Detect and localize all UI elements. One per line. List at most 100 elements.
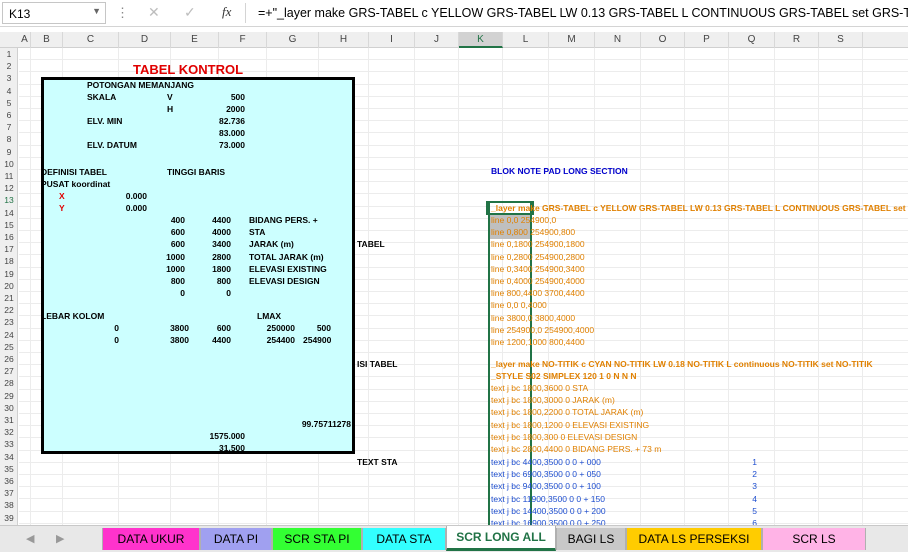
column-header-j[interactable]: J: [415, 32, 459, 48]
cancel-icon[interactable]: ✕: [148, 4, 160, 21]
row-header-8[interactable]: 8: [0, 133, 17, 145]
name-box[interactable]: K13 ▼: [2, 2, 106, 24]
row-header-23[interactable]: 23: [0, 316, 17, 328]
row-header-21[interactable]: 21: [0, 292, 17, 304]
row-header-27[interactable]: 27: [0, 365, 17, 377]
cell-lmax: LMAX: [257, 311, 282, 321]
row-header-10[interactable]: 10: [0, 158, 17, 170]
row-header-29[interactable]: 29: [0, 390, 17, 402]
column-header-o[interactable]: O: [641, 32, 685, 48]
note-line: line 0,1800 254900,1800: [491, 239, 585, 250]
column-header-h[interactable]: H: [319, 32, 369, 48]
row-header-31[interactable]: 31: [0, 414, 17, 426]
column-header-i[interactable]: I: [369, 32, 415, 48]
table-cell-d: 600: [170, 239, 185, 250]
sheet-tab-data-sta[interactable]: DATA STA: [362, 528, 446, 550]
row-header-6[interactable]: 6: [0, 109, 17, 121]
cell-p-number: 6: [752, 518, 757, 525]
row-header-1[interactable]: 1: [0, 48, 17, 60]
row-header-17[interactable]: 17: [0, 243, 17, 255]
worksheet-grid[interactable]: TABEL KONTROL POTONGAN MEMANJANG SKALA V…: [19, 48, 908, 525]
row-header-39[interactable]: 39: [0, 512, 17, 524]
row-header-28[interactable]: 28: [0, 377, 17, 389]
divider: [245, 3, 246, 23]
row-header-11[interactable]: 11: [0, 170, 17, 182]
row-header-2[interactable]: 2: [0, 60, 17, 72]
row-header-33[interactable]: 33: [0, 438, 17, 450]
column-header-d[interactable]: D: [119, 32, 171, 48]
chevron-down-icon[interactable]: ▼: [92, 6, 101, 16]
row-header-14[interactable]: 14: [0, 207, 17, 219]
cell-r23-3: 250000: [266, 323, 295, 333]
row-header-36[interactable]: 36: [0, 475, 17, 487]
column-header-s[interactable]: S: [819, 32, 863, 48]
row-header-26[interactable]: 26: [0, 353, 17, 365]
tab-prev-icon[interactable]: ◀: [26, 532, 34, 545]
row-header-32[interactable]: 32: [0, 426, 17, 438]
cell-r23-2: 600: [216, 323, 231, 333]
row-header-4[interactable]: 4: [0, 85, 17, 97]
row-header-34[interactable]: 34: [0, 451, 17, 463]
sheet-tab-scr-ls-perseksi[interactable]: SCR LS PERSEKSI: [762, 528, 866, 550]
column-headers: ABCDEFGHIJKLMNOPQRS: [0, 32, 908, 48]
row-header-16[interactable]: 16: [0, 231, 17, 243]
row-header-38[interactable]: 38: [0, 499, 17, 511]
row-header-5[interactable]: 5: [0, 97, 17, 109]
note-text: text j bc 1800,1200 0 ELEVASI EXISTING: [491, 419, 650, 430]
cell-x-value: 0.000: [125, 191, 147, 201]
insert-function-icon[interactable]: fx: [222, 4, 231, 20]
note-line: line 0,0 254900,0: [491, 215, 557, 225]
table-cell-e: 4000: [212, 227, 231, 238]
sheet-tab-data-ukur[interactable]: DATA UKUR: [102, 528, 200, 550]
cell-y: Y: [59, 203, 65, 213]
cell-k13: _layer make GRS-TABEL c YELLOW GRS-TABEL…: [491, 203, 908, 213]
column-header-e[interactable]: E: [171, 32, 219, 48]
column-header-p[interactable]: P: [685, 32, 729, 48]
note-sta-text: text j bc 6900,3500 0 0 + 050: [491, 469, 601, 480]
row-header-18[interactable]: 18: [0, 255, 17, 267]
column-header-f[interactable]: F: [219, 32, 267, 48]
sheet-tab-data-pi[interactable]: DATA PI: [200, 528, 272, 550]
enter-icon[interactable]: ✓: [184, 4, 196, 21]
column-header-l[interactable]: L: [503, 32, 549, 48]
row-header-20[interactable]: 20: [0, 280, 17, 292]
column-header-g[interactable]: G: [267, 32, 319, 48]
sheet-tab-bagi-ls[interactable]: BAGI LS: [556, 528, 626, 550]
cell-skala: SKALA: [87, 92, 117, 102]
row-header-9[interactable]: 9: [0, 146, 17, 158]
row-header-19[interactable]: 19: [0, 268, 17, 280]
column-header-r[interactable]: R: [775, 32, 819, 48]
row-header-37[interactable]: 37: [0, 487, 17, 499]
more-icon[interactable]: ⋮: [116, 5, 129, 21]
formula-input[interactable]: =+"_layer make GRS-TABEL c YELLOW GRS-TA…: [258, 6, 908, 20]
row-header-12[interactable]: 12: [0, 182, 17, 194]
column-header-a[interactable]: A: [19, 32, 31, 48]
column-header-n[interactable]: N: [595, 32, 641, 48]
column-header-k[interactable]: K: [459, 32, 503, 48]
tab-next-icon[interactable]: ▶: [56, 532, 64, 545]
cell-potongan: POTONGAN MEMANJANG: [87, 80, 195, 90]
note-line: line 0,800 254900,800: [491, 227, 576, 238]
row-header-22[interactable]: 22: [0, 304, 17, 316]
column-header-q[interactable]: Q: [729, 32, 775, 48]
column-header-c[interactable]: C: [63, 32, 119, 48]
row-header-25[interactable]: 25: [0, 341, 17, 353]
row-header-7[interactable]: 7: [0, 121, 17, 133]
row-header-35[interactable]: 35: [0, 463, 17, 475]
column-header-m[interactable]: M: [549, 32, 595, 48]
note-line: line 0,3400 254900,3400: [491, 263, 585, 274]
cell-x: X: [59, 191, 65, 201]
cell-v: V: [167, 92, 173, 102]
sheet-tab-scr-sta-pi[interactable]: SCR STA PI: [272, 528, 362, 550]
cell-tinggi: TINGGI BARIS: [167, 167, 226, 177]
sheet-tab-scr-long-all[interactable]: SCR LONG ALL: [446, 526, 556, 551]
row-header-15[interactable]: 15: [0, 219, 17, 231]
row-header-24[interactable]: 24: [0, 329, 17, 341]
column-header-b[interactable]: B: [31, 32, 63, 48]
note-line: line 254900,0 254900,4000: [491, 324, 595, 335]
row-header-13[interactable]: 13: [0, 194, 17, 206]
sheet-tab-data-ls-perseksi[interactable]: DATA LS PERSEKSI: [626, 528, 762, 550]
cell-p-number: 5: [752, 505, 757, 516]
row-header-30[interactable]: 30: [0, 402, 17, 414]
row-header-3[interactable]: 3: [0, 72, 17, 84]
